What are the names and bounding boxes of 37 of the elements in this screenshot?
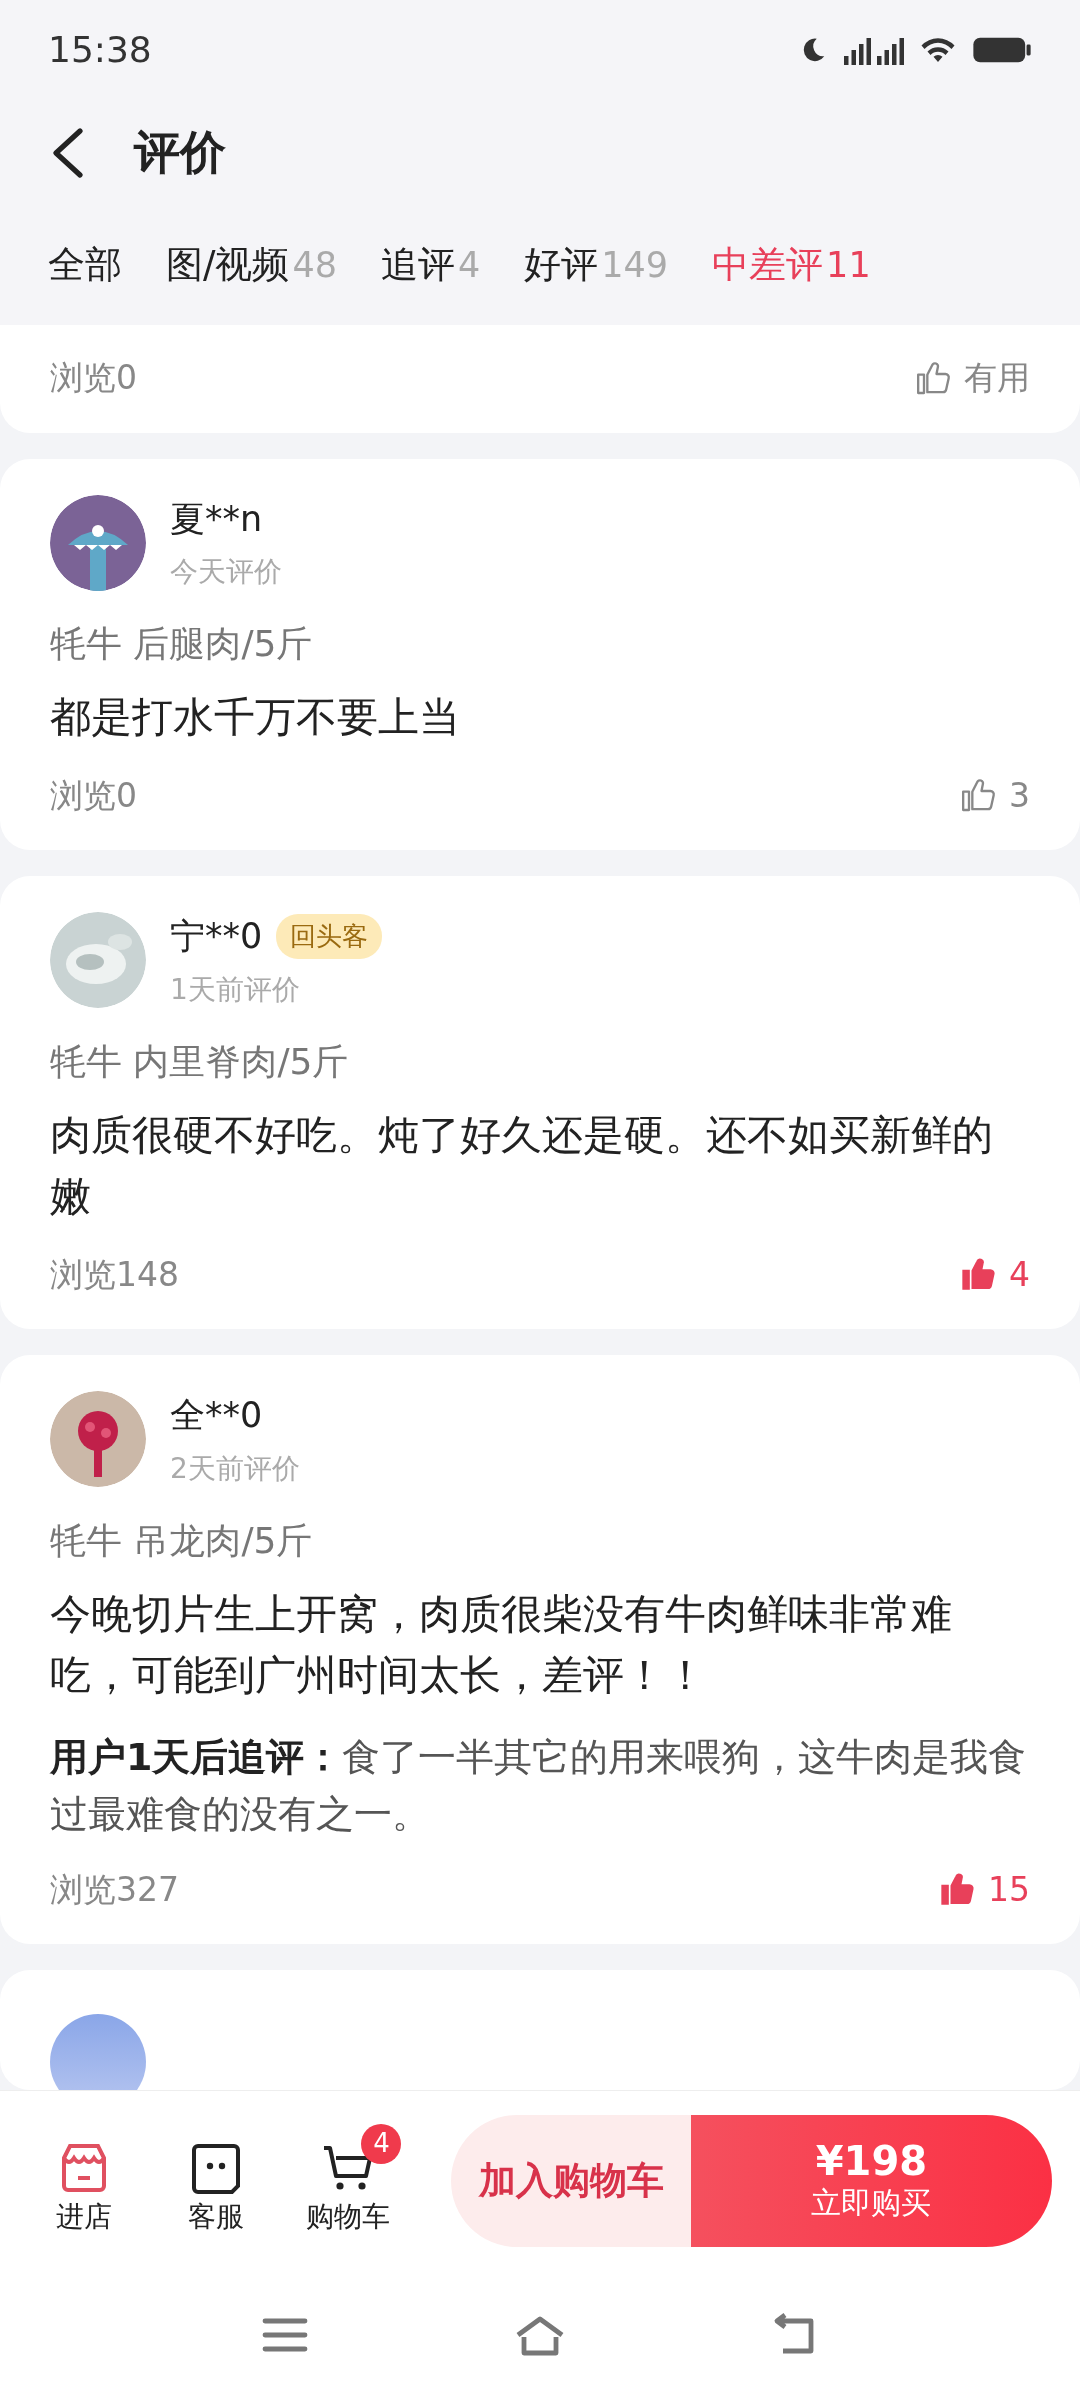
view-count: 浏览148 [50, 1253, 179, 1296]
follow-up-text: 用户1天后追评：食了一半其它的用来喂狗，这牛肉是我食过最难食的没有之一。 [50, 1733, 1028, 1838]
filter-tab[interactable]: 好评 149 [524, 237, 669, 293]
review-time: 1天前评价 [170, 971, 301, 1008]
repeat-customer-tag: 回头客 [276, 913, 383, 959]
add-to-cart-button[interactable]: 加入购物车 [451, 2114, 691, 2247]
service-button[interactable]: 客服 [161, 2123, 270, 2238]
view-count: 浏览327 [50, 1868, 179, 1911]
helpful-button[interactable]: 有用 [914, 353, 1030, 403]
user-name: 夏**n [170, 497, 263, 541]
buy-now-button[interactable]: ¥198 立即购买 [690, 2114, 1052, 2247]
page-title: 评价 [134, 124, 226, 181]
like-button[interactable]: 3 [959, 770, 1030, 820]
filter-tab[interactable]: 全部 [48, 237, 122, 293]
price: ¥198 [815, 2139, 928, 2183]
review-time: 今天评价 [170, 554, 282, 590]
review-text: 今晚切片生上开窝，肉质很柴没有牛肉鲜味非常难吃，可能到广州时间太长，差评！！ [50, 1588, 953, 1701]
review-time: 2天前评价 [170, 1450, 300, 1487]
user-name: 全**0 [170, 1394, 263, 1437]
buy-now-label: 立即购买 [811, 2184, 932, 2222]
product-spec: 牦牛 内里脊肉/5斤 [50, 1039, 350, 1084]
review-text: 肉质很硬不好吃。炖了好久还是硬。还不如买新鲜的嫩 [50, 1109, 994, 1222]
like-button[interactable]: 15 [938, 1864, 1030, 1914]
review-text: 都是打水千万不要上当 [50, 692, 461, 743]
filter-tab[interactable]: 追评4 [381, 237, 481, 293]
shop-button[interactable]: 进店 [30, 2123, 138, 2238]
user-name: 宁**0 [170, 915, 263, 958]
like-button[interactable]: 4 [959, 1249, 1030, 1299]
filter-tab[interactable]: 图/视频48 [166, 237, 337, 293]
filter-tab[interactable]: 中差评11 [712, 237, 871, 293]
product-spec: 牦牛 后腿肉/5斤 [50, 622, 314, 666]
product-spec: 牦牛 吊龙肉/5斤 [50, 1518, 314, 1563]
cart-button[interactable]: 购物车 4 [293, 2123, 402, 2238]
view-count: 浏览0 [50, 357, 137, 399]
view-count: 浏览0 [50, 774, 137, 817]
cart-count-badge: 4 [361, 2123, 402, 2164]
status-time: 15:38 [48, 28, 152, 72]
